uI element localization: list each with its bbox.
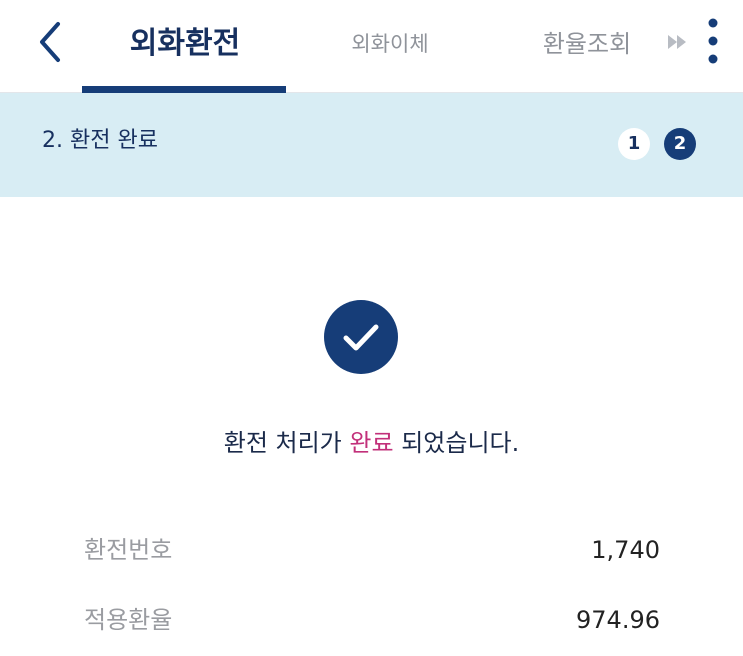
kebab-menu-icon <box>708 18 718 64</box>
active-tab-indicator <box>82 86 286 93</box>
step-indicator-2-current: 2 <box>664 128 696 160</box>
menu-button[interactable] <box>703 14 723 68</box>
back-button[interactable] <box>30 18 74 66</box>
completion-badge <box>324 300 398 374</box>
tab-foreign-exchange[interactable]: 외화환전 <box>84 22 286 66</box>
tab-foreign-transfer[interactable]: 외화이체 <box>315 22 465 66</box>
tab-exchange-rate-inquiry[interactable]: 환율조회 <box>522 22 652 66</box>
detail-row-applied-rate: 적용환율 974.96 <box>84 600 660 640</box>
more-tabs-button[interactable] <box>666 30 690 54</box>
message-highlight: 완료 <box>349 429 394 457</box>
detail-row-exchange-number: 환전번호 1,740 <box>84 530 660 570</box>
step-title: 2. 환전 완료 <box>42 128 158 153</box>
detail-label: 적용환율 <box>84 606 173 634</box>
top-navigation-bar: 외화환전 외화이체 환율조회 <box>0 0 743 93</box>
double-chevron-right-icon <box>668 35 686 49</box>
step-progress-bar: 2. 환전 완료 1 2 <box>0 93 743 197</box>
chevron-left-icon <box>40 22 60 62</box>
detail-value: 974.96 <box>576 606 660 634</box>
message-suffix: 되었습니다. <box>401 429 520 457</box>
message-prefix: 환전 처리가 <box>223 429 342 457</box>
detail-label: 환전번호 <box>84 536 173 564</box>
completion-message: 환전 처리가 완료 되었습니다. <box>0 425 743 461</box>
step-indicator-1: 1 <box>618 128 650 160</box>
detail-value: 1,740 <box>591 536 660 564</box>
checkmark-icon <box>343 324 379 351</box>
